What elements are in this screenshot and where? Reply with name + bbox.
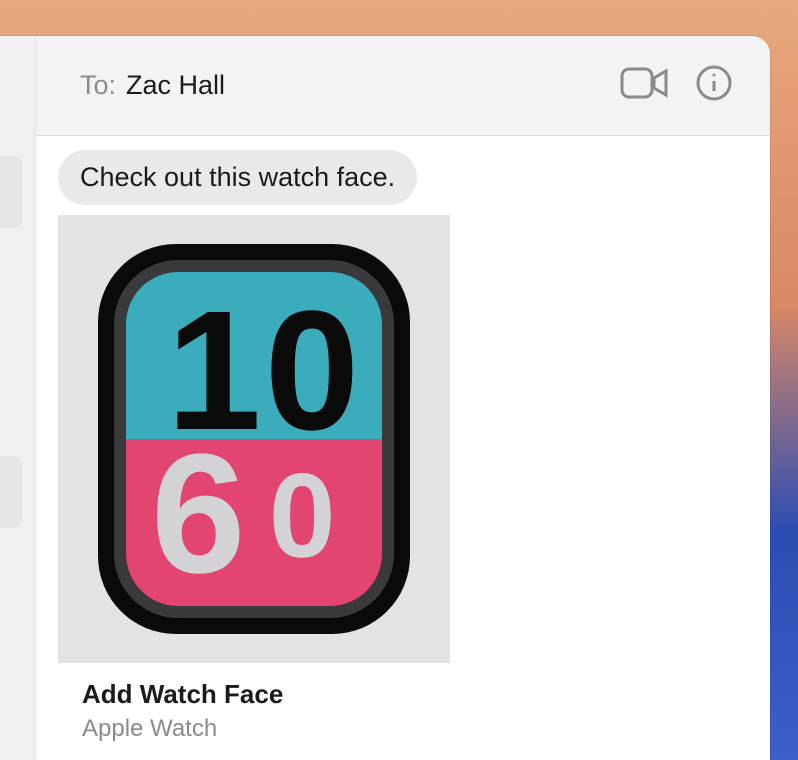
watch-face-preview: 1 0 9 0 [58, 215, 450, 663]
attachment-title: Add Watch Face [82, 679, 426, 710]
message-text: Check out this watch face. [80, 162, 395, 192]
conversation-header: To: Zac Hall [36, 36, 770, 136]
recipient-name[interactable]: Zac Hall [126, 70, 225, 101]
sidebar-conversation-item[interactable] [0, 156, 22, 228]
watch-face-attachment[interactable]: 1 0 9 0 Add Watch Face Apple Watch [58, 215, 450, 753]
conversation-pane: To: Zac Hall Check out this watch face. [36, 36, 770, 760]
attachment-subtitle: Apple Watch [82, 715, 426, 743]
attachment-meta: Add Watch Face Apple Watch [58, 663, 450, 753]
sidebar-conversation-item[interactable] [0, 456, 22, 528]
info-icon[interactable] [694, 63, 734, 108]
to-label: To: [80, 70, 116, 101]
incoming-message-bubble[interactable]: Check out this watch face. [58, 150, 417, 205]
messages-window: To: Zac Hall Check out this watch face. [0, 36, 770, 760]
conversation-sidebar [0, 36, 36, 760]
message-area: Check out this watch face. 1 0 9 0 [36, 136, 770, 760]
watch-face-graphic: 1 0 9 0 [98, 244, 410, 634]
watch-digit-minute-tens: 0 [242, 430, 370, 600]
facetime-video-icon[interactable] [620, 65, 670, 106]
